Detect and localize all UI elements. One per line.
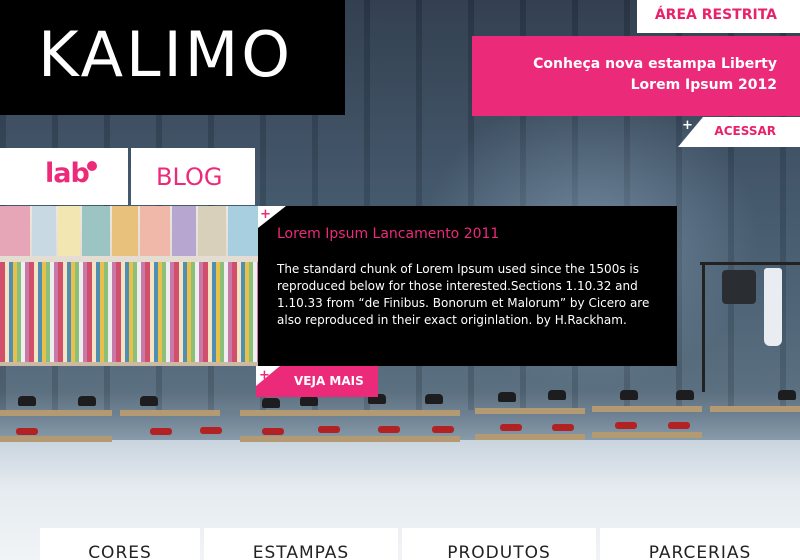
red-shoe [615, 422, 637, 429]
hanging-fabrics [0, 262, 258, 362]
red-shoe [432, 426, 454, 433]
lab-logo-dot-icon [87, 161, 97, 171]
fabric-swatch [172, 206, 196, 256]
lab-logo: lab [45, 158, 90, 189]
fabric-swatch [82, 206, 110, 256]
fabric-swatch [112, 206, 138, 256]
red-shoe [552, 424, 574, 431]
fabric-swatch [228, 206, 258, 256]
red-shoe [378, 426, 400, 433]
fabric-swatch [198, 206, 226, 256]
shoe-shelf [475, 408, 585, 414]
nav-item-cores[interactable]: CORES [40, 528, 200, 560]
brand-logo: KALIMO [38, 18, 294, 91]
nav-label: CORES [88, 543, 152, 560]
shoe [78, 396, 96, 406]
nav-label: PRODUTOS [447, 543, 551, 560]
shoe [498, 392, 516, 402]
blog-post-image[interactable] [0, 206, 258, 366]
clothing-rack [702, 262, 705, 392]
promo-banner[interactable]: Conheça nova estampa Liberty Lorem Ipsum… [472, 36, 800, 116]
article-body: The standard chunk of Lorem Ipsum used s… [277, 262, 650, 327]
shoe [300, 396, 318, 406]
shoe-shelf [592, 432, 702, 438]
nav-label: ESTAMPAS [252, 543, 350, 560]
plus-icon: + [259, 368, 270, 383]
read-more-button[interactable]: + VEJA MAIS [256, 366, 378, 397]
plus-icon: + [682, 118, 693, 133]
red-shoe [150, 428, 172, 435]
shoe-shelf [240, 436, 460, 442]
shoe [140, 396, 158, 406]
white-dress [764, 268, 782, 346]
promo-line-2: Lorem Ipsum 2012 [630, 77, 777, 93]
red-shoe [318, 426, 340, 433]
blog-tab[interactable]: BLOG [131, 148, 255, 205]
shoe-shelf [475, 434, 585, 440]
restricted-area-button[interactable]: ÁREA RESTRITA [637, 0, 800, 33]
shoe [778, 390, 796, 400]
nav-label: PARCERIAS [648, 543, 752, 560]
fabric-swatch [0, 206, 30, 256]
shoe [676, 390, 694, 400]
shoe-shelf [592, 406, 702, 412]
fabric-swatch [140, 206, 170, 256]
plus-icon: + [260, 207, 271, 222]
shoe [620, 390, 638, 400]
nav-item-produtos[interactable]: PRODUTOS [402, 528, 596, 560]
red-shoe [200, 427, 222, 434]
red-shoe [16, 428, 38, 435]
red-shoe [500, 424, 522, 431]
read-more-label: VEJA MAIS [294, 374, 364, 388]
nav-item-estampas[interactable]: ESTAMPAS [204, 528, 398, 560]
red-shoe [262, 428, 284, 435]
shoe-shelf [0, 410, 112, 416]
shoe-shelf [0, 436, 112, 442]
shoe [18, 396, 36, 406]
clothing-rack [700, 262, 800, 265]
main-nav: CORES ESTAMPAS PRODUTOS PARCERIAS [0, 528, 800, 560]
shoe-shelf [710, 406, 800, 412]
access-label: ACESSAR [714, 124, 776, 138]
shoe-shelf [240, 410, 460, 416]
nav-item-parcerias[interactable]: PARCERIAS [600, 528, 800, 560]
shoe [262, 398, 280, 408]
logo-block[interactable]: KALIMO [0, 0, 345, 115]
red-shoe [668, 422, 690, 429]
lab-logo-block[interactable]: lab [0, 148, 128, 205]
fabric-swatch [58, 206, 80, 256]
shoe [548, 390, 566, 400]
shoe [425, 394, 443, 404]
fabric-swatch [32, 206, 56, 256]
promo-line-1: Conheça nova estampa Liberty [533, 56, 777, 72]
handbag [722, 270, 756, 304]
blog-title: BLOG [156, 163, 223, 191]
article-title[interactable]: Lorem Ipsum Lancamento 2011 [277, 226, 499, 242]
shoe-shelf [120, 410, 220, 416]
